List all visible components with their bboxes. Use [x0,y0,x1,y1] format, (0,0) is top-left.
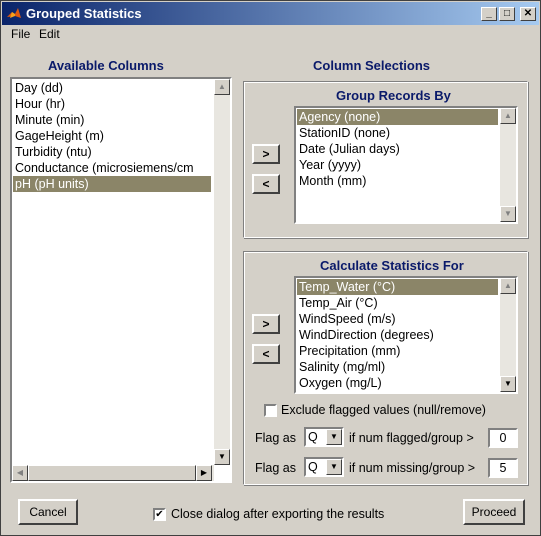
available-columns-heading: Available Columns [48,58,164,73]
flagged-threshold-input[interactable]: 0 [488,428,518,448]
missing-threshold-input[interactable]: 5 [488,458,518,478]
exclude-flagged-checkbox[interactable] [264,404,277,417]
maximize-button[interactable]: □ [499,7,515,21]
scroll-up-icon[interactable]: ▲ [214,79,230,95]
remove-group-button[interactable]: < [252,174,280,194]
close-dialog-checkbox[interactable]: ✔ [153,508,166,521]
scroll-left-icon[interactable]: ◀ [12,465,28,481]
matlab-logo-icon [7,8,21,18]
calculate-statistics-panel: Calculate Statistics For > < Temp_Water … [243,251,528,485]
list-item[interactable]: pH (pH units) [13,176,211,192]
missing-code-value: Q [308,460,318,474]
minimize-icon: _ [486,8,492,19]
remove-statistic-button[interactable]: < [252,344,280,364]
list-item[interactable]: WindSpeed (m/s) [297,311,498,327]
scroll-down-icon[interactable]: ▼ [500,206,516,222]
list-item[interactable]: GageHeight (m) [13,128,211,144]
menu-bar: File Edit [2,25,539,43]
minimize-button[interactable]: _ [481,7,497,21]
list-item[interactable]: Hour (hr) [13,96,211,112]
list-item[interactable]: Salinity (mg/ml) [297,359,498,375]
flag-as-label: Flag as [255,461,296,475]
chevron-down-icon: ▼ [326,459,342,475]
flag-code-dropdown[interactable]: Q ▼ [304,427,344,447]
close-button[interactable]: ✕ [520,7,536,21]
available-horizontal-scrollbar[interactable]: ◀ ▶ [12,465,214,481]
flag-code-value: Q [308,430,318,444]
exclude-flagged-label: Exclude flagged values (null/remove) [281,403,486,417]
available-vertical-scrollbar[interactable]: ▲ ▼ [214,79,230,465]
close-icon: ✕ [523,8,533,19]
calculate-statistics-list[interactable]: Temp_Water (°C) Temp_Air (°C) WindSpeed (m… [294,276,518,394]
scroll-right-icon[interactable]: ▶ [196,465,212,481]
group-records-heading: Group Records By [336,88,451,103]
group-vertical-scrollbar[interactable]: ▲ ▼ [500,108,516,222]
missing-code-dropdown[interactable]: Q ▼ [304,457,344,477]
scroll-up-icon[interactable]: ▲ [500,278,516,294]
flagged-threshold-label: if num flagged/group > [349,431,474,445]
list-item[interactable]: StationID (none) [297,125,498,141]
list-item[interactable]: Turbidity (ntu) [13,144,211,160]
proceed-button[interactable]: Proceed [463,499,525,525]
list-item[interactable]: Temp_Air (°C) [297,295,498,311]
grouped-statistics-window: Grouped Statistics _ □ ✕ File Edit Avail… [0,0,541,536]
list-item[interactable]: Temp_Water (°C) [297,279,498,295]
scroll-down-icon[interactable]: ▼ [214,449,230,465]
maximize-icon: □ [503,8,511,19]
window-title: Grouped Statistics [26,6,142,21]
calculate-statistics-heading: Calculate Statistics For [320,258,464,273]
list-item[interactable]: Oxygen (mg/L) [297,375,498,391]
title-bar[interactable]: Grouped Statistics _ □ ✕ [2,2,539,25]
add-group-button[interactable]: > [252,144,280,164]
scroll-down-icon[interactable]: ▼ [500,376,516,392]
available-columns-list[interactable]: Day (dd) Hour (hr) Minute (min) GageHeight … [10,77,232,483]
menu-edit[interactable]: Edit [39,27,60,41]
list-item[interactable]: Year (yyyy) [297,157,498,173]
column-selections-heading: Column Selections [313,58,431,73]
horizontal-scroll-thumb[interactable] [28,465,196,481]
group-records-panel: Group Records By > < Agency (none) Statio… [243,81,528,238]
add-statistic-button[interactable]: > [252,314,280,334]
menu-file[interactable]: File [11,27,30,41]
list-item[interactable]: Agency (none) [297,109,498,125]
cancel-button[interactable]: Cancel [18,499,78,525]
list-item[interactable]: Date (Julian days) [297,141,498,157]
list-item[interactable]: Minute (min) [13,112,211,128]
close-dialog-label: Close dialog after exporting the results [171,507,385,521]
list-item[interactable]: Month (mm) [297,173,498,189]
missing-threshold-label: if num missing/group > [349,461,476,475]
list-item[interactable]: Precipitation (mm) [297,343,498,359]
statistics-vertical-scrollbar[interactable]: ▲ ▼ [500,278,516,392]
check-icon: ✔ [155,509,164,520]
chevron-down-icon: ▼ [326,429,342,445]
list-item[interactable]: Day (dd) [13,80,211,96]
list-item[interactable]: WindDirection (degrees) [297,327,498,343]
group-records-list[interactable]: Agency (none) StationID (none) Date (Julia… [294,106,518,224]
list-item[interactable]: Conductance (microsiemens/cm [13,160,211,176]
flag-as-label: Flag as [255,431,296,445]
scroll-up-icon[interactable]: ▲ [500,108,516,124]
